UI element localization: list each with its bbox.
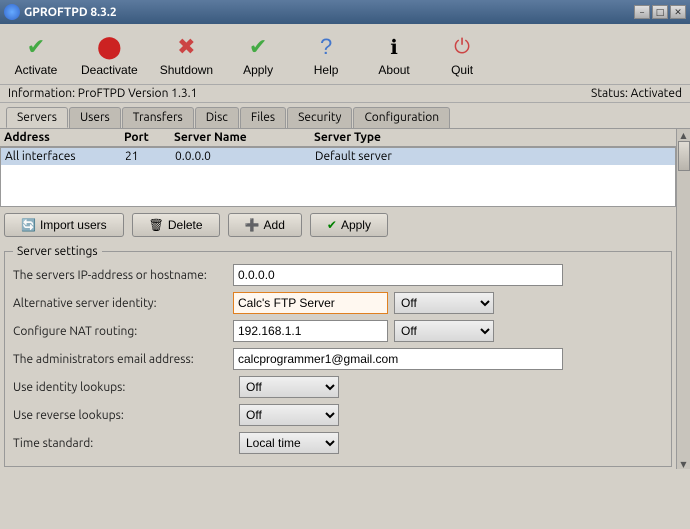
shutdown-label: Shutdown	[160, 63, 213, 77]
select-reverse-lookups[interactable]: Off On	[239, 404, 339, 426]
activate-icon: ✔	[20, 31, 52, 63]
main-content: Address Port Server Name Server Type All…	[0, 129, 690, 469]
title-bar: GPROFTPD 8.3.2 − □ ✕	[0, 0, 690, 24]
scroll-up-btn[interactable]: ▲	[680, 131, 686, 140]
apply-button[interactable]: ✔ Apply	[310, 213, 388, 237]
deactivate-label: Deactivate	[81, 63, 138, 77]
delete-button[interactable]: 🗑 Delete	[132, 213, 220, 237]
window-title: GPROFTPD 8.3.2	[24, 6, 117, 19]
settings-row-nat: Configure NAT routing: Off On	[13, 320, 663, 342]
cell-servertype: Default server	[315, 150, 515, 163]
settings-row-hostname: The servers IP-address or hostname:	[13, 264, 663, 286]
import-users-button[interactable]: 🔄 Import users	[4, 213, 124, 237]
app-icon	[4, 4, 20, 20]
add-icon: ➕	[245, 218, 260, 232]
select-nat[interactable]: Off On	[394, 320, 494, 342]
content-area: Address Port Server Name Server Type All…	[0, 129, 676, 469]
quit-label: Quit	[451, 63, 473, 77]
table-row[interactable]: All interfaces 21 0.0.0.0 Default server	[1, 148, 675, 165]
status-text: Status: Activated	[591, 87, 682, 100]
import-users-label: Import users	[40, 218, 107, 232]
label-time: Time standard:	[13, 437, 233, 450]
maximize-button[interactable]: □	[652, 5, 668, 19]
close-button[interactable]: ✕	[670, 5, 686, 19]
delete-label: Delete	[168, 218, 203, 232]
info-text: Information: ProFTPD Version 1.3.1	[8, 87, 197, 100]
tab-configuration[interactable]: Configuration	[353, 107, 450, 128]
input-nat[interactable]	[233, 320, 388, 342]
input-identity[interactable]	[233, 292, 388, 314]
input-hostname[interactable]	[233, 264, 563, 286]
cell-servername: 0.0.0.0	[175, 150, 315, 163]
settings-row-time: Time standard: Local time UTC	[13, 432, 663, 454]
deactivate-icon: ⬤	[93, 31, 125, 63]
label-nat: Configure NAT routing:	[13, 325, 233, 338]
import-users-icon: 🔄	[21, 218, 36, 232]
tab-transfers[interactable]: Transfers	[122, 107, 194, 128]
apply-toolbar-label: Apply	[243, 63, 273, 77]
select-identity-lookups[interactable]: Off On	[239, 376, 339, 398]
window-controls: − □ ✕	[634, 5, 686, 19]
tab-disc[interactable]: Disc	[195, 107, 239, 128]
select-time[interactable]: Local time UTC	[239, 432, 339, 454]
tab-files[interactable]: Files	[240, 107, 286, 128]
status-bar: Information: ProFTPD Version 1.3.1 Statu…	[0, 85, 690, 103]
settings-row-identity: Alternative server identity: Off On	[13, 292, 663, 314]
delete-icon: 🗑	[149, 218, 164, 232]
activate-button[interactable]: ✔ Activate	[6, 28, 66, 80]
label-email: The administrators email address:	[13, 353, 233, 366]
input-email[interactable]	[233, 348, 563, 370]
label-identity: Alternative server identity:	[13, 297, 233, 310]
apply-icon: ✔	[327, 218, 337, 232]
scroll-down-btn[interactable]: ▼	[680, 460, 686, 469]
action-buttons: 🔄 Import users 🗑 Delete ➕ Add ✔ Apply	[0, 207, 676, 243]
table-header: Address Port Server Name Server Type	[0, 129, 676, 147]
scrollbar[interactable]: ▲ ▼	[676, 129, 690, 469]
shutdown-icon: ✖	[170, 31, 202, 63]
toolbar: ✔ Activate ⬤ Deactivate ✖ Shutdown ✔ App…	[0, 24, 690, 85]
col-header-port: Port	[124, 131, 174, 144]
col-header-servertype: Server Type	[314, 131, 514, 144]
tab-bar: Servers Users Transfers Disc Files Secur…	[0, 103, 690, 129]
settings-row-email: The administrators email address:	[13, 348, 663, 370]
tab-servers[interactable]: Servers	[6, 107, 68, 128]
apply-label: Apply	[341, 218, 371, 232]
select-identity[interactable]: Off On	[394, 292, 494, 314]
help-button[interactable]: ? Help	[296, 28, 356, 80]
quit-button[interactable]: ⏻ Quit	[432, 28, 492, 80]
about-label: About	[378, 63, 409, 77]
label-identity-lookups: Use identity lookups:	[13, 381, 233, 394]
label-hostname: The servers IP-address or hostname:	[13, 269, 233, 282]
help-label: Help	[314, 63, 339, 77]
cell-port: 21	[125, 150, 175, 163]
tab-security[interactable]: Security	[287, 107, 352, 128]
col-header-address: Address	[4, 131, 124, 144]
deactivate-button[interactable]: ⬤ Deactivate	[74, 28, 145, 80]
help-icon: ?	[310, 31, 342, 63]
quit-icon: ⏻	[446, 31, 478, 63]
cell-address: All interfaces	[5, 150, 125, 163]
settings-row-reverse-lookups: Use reverse lookups: Off On	[13, 404, 663, 426]
table-body[interactable]: All interfaces 21 0.0.0.0 Default server	[0, 147, 676, 207]
activate-label: Activate	[15, 63, 58, 77]
apply-toolbar-icon: ✔	[242, 31, 274, 63]
server-settings-legend: Server settings	[13, 245, 102, 258]
server-settings-group: Server settings The servers IP-address o…	[4, 245, 672, 467]
about-button[interactable]: ℹ About	[364, 28, 424, 80]
shutdown-button[interactable]: ✖ Shutdown	[153, 28, 220, 80]
add-button[interactable]: ➕ Add	[228, 213, 302, 237]
about-icon: ℹ	[378, 31, 410, 63]
add-label: Add	[264, 218, 285, 232]
col-header-servername: Server Name	[174, 131, 314, 144]
minimize-button[interactable]: −	[634, 5, 650, 19]
apply-toolbar-button[interactable]: ✔ Apply	[228, 28, 288, 80]
tab-users[interactable]: Users	[69, 107, 121, 128]
scroll-thumb[interactable]	[678, 141, 690, 171]
label-reverse-lookups: Use reverse lookups:	[13, 409, 233, 422]
settings-row-identity-lookups: Use identity lookups: Off On	[13, 376, 663, 398]
